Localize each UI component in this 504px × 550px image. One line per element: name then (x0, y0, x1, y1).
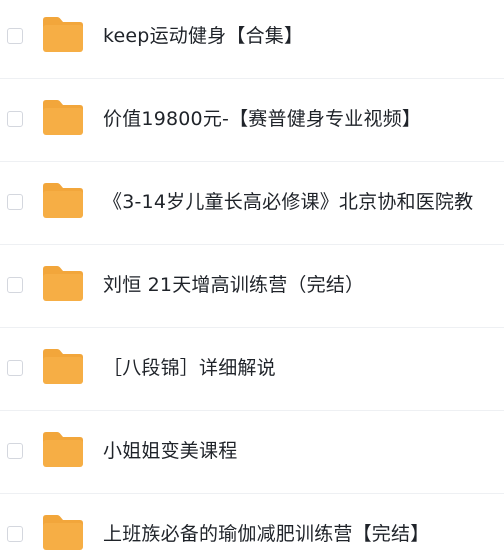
row-checkbox[interactable] (7, 360, 23, 376)
row-checkbox[interactable] (7, 111, 23, 127)
folder-icon (41, 97, 85, 137)
folder-icon (41, 263, 85, 303)
folder-icon (41, 346, 85, 386)
row-checkbox[interactable] (7, 277, 23, 293)
folder-row[interactable]: 小姐姐变美课程 (0, 411, 504, 494)
folder-name[interactable]: 价值19800元-【赛普健身专业视频】 (103, 105, 421, 133)
folder-icon (41, 180, 85, 220)
row-checkbox[interactable] (7, 194, 23, 210)
row-checkbox[interactable] (7, 443, 23, 459)
file-list: keep运动健身【合集】 价值19800元-【赛普健身专业视频】 《3-14岁儿… (0, 0, 504, 550)
folder-row[interactable]: keep运动健身【合集】 (0, 0, 504, 79)
folder-name[interactable]: ［八段锦］详细解说 (103, 354, 276, 382)
folder-name[interactable]: 刘恒 21天增高训练营（完结） (103, 271, 364, 299)
folder-row[interactable]: 刘恒 21天增高训练营（完结） (0, 245, 504, 328)
folder-name[interactable]: 上班族必备的瑜伽减肥训练营【完结】 (103, 520, 429, 548)
folder-name[interactable]: keep运动健身【合集】 (103, 22, 303, 50)
folder-row[interactable]: 价值19800元-【赛普健身专业视频】 (0, 79, 504, 162)
folder-row[interactable]: 《3-14岁儿童长高必修课》北京协和医院教 (0, 162, 504, 245)
row-checkbox[interactable] (7, 28, 23, 44)
folder-name[interactable]: 《3-14岁儿童长高必修课》北京协和医院教 (103, 188, 473, 216)
row-checkbox[interactable] (7, 526, 23, 542)
folder-row[interactable]: ［八段锦］详细解说 (0, 328, 504, 411)
folder-name[interactable]: 小姐姐变美课程 (103, 437, 237, 465)
folder-row[interactable]: 上班族必备的瑜伽减肥训练营【完结】 (0, 494, 504, 550)
folder-icon (41, 512, 85, 550)
folder-icon (41, 429, 85, 469)
folder-icon (41, 14, 85, 54)
